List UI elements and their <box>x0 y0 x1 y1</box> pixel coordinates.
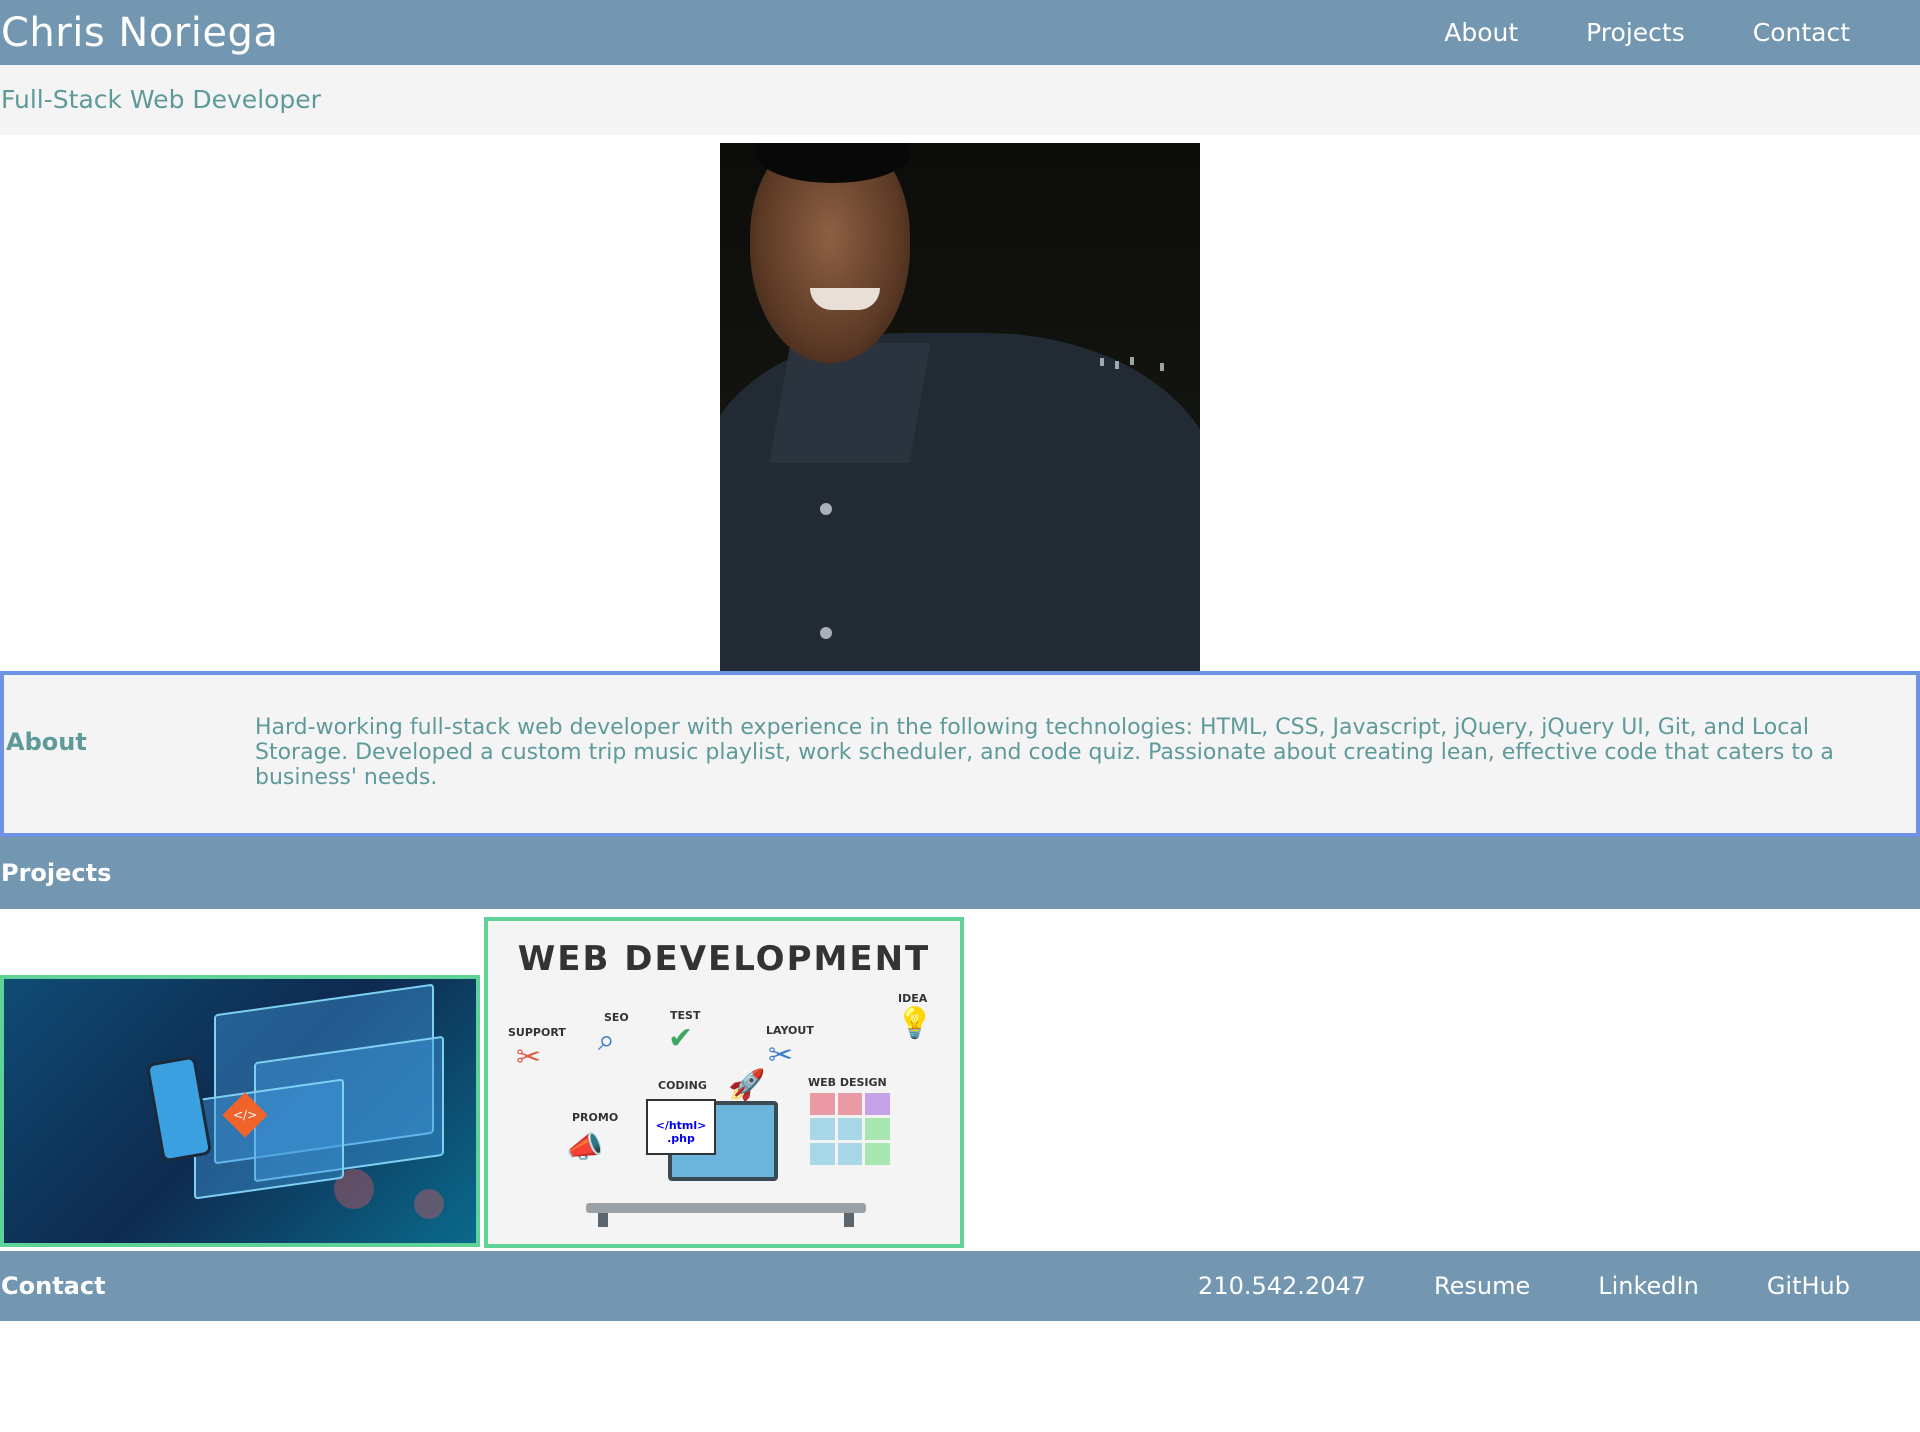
laptop-screen-graphic <box>194 1078 344 1200</box>
promo-label: PROMO <box>572 1111 619 1124</box>
resume-link[interactable]: Resume <box>1434 1251 1530 1321</box>
phone-graphic <box>145 1055 213 1163</box>
project-card-web-development[interactable]: WEB DEVELOPMENT SUPPORT SEO TEST LAYOUT … <box>484 917 964 1248</box>
profile-photo <box>720 143 1200 671</box>
web-design-label: WEB DESIGN <box>808 1076 887 1089</box>
subtitle-bar: Full-Stack Web Developer <box>0 65 1920 135</box>
project-card-devices[interactable]: </> <box>0 975 480 1247</box>
photo-background-light <box>1160 363 1164 371</box>
rocket-icon: 🚀 <box>728 1068 766 1103</box>
site-header: Chris Noriega About Projects Contact <box>0 0 1920 65</box>
photo-background-light <box>1130 357 1134 365</box>
photo-collar <box>769 343 931 463</box>
lightbulb-icon: 💡 <box>896 1006 934 1041</box>
desk-leg <box>598 1213 608 1227</box>
layout-label: LAYOUT <box>766 1024 814 1037</box>
projects-heading: Projects <box>1 859 112 887</box>
photo-background-light <box>1115 361 1119 369</box>
desk-graphic <box>586 1203 866 1213</box>
wrench-icon: ✂ <box>516 1040 542 1075</box>
photo-shirt-button <box>820 627 832 639</box>
contact-bar: Contact 210.542.2047 Resume LinkedIn Git… <box>0 1251 1920 1321</box>
nav-link-contact[interactable]: Contact <box>1753 0 1850 65</box>
check-icon: ✔ <box>668 1021 694 1056</box>
web-development-title: WEB DEVELOPMENT <box>517 939 931 979</box>
idea-label: IDEA <box>898 992 928 1005</box>
contact-links: 210.542.2047 Resume LinkedIn GitHub <box>1130 1251 1850 1321</box>
site-title: Chris Noriega <box>1 10 279 56</box>
phone-number: 210.542.2047 <box>1198 1272 1366 1300</box>
scissors-icon: ✂ <box>768 1038 794 1073</box>
nav-link-projects[interactable]: Projects <box>1586 0 1685 65</box>
nav-link-about[interactable]: About <box>1444 0 1518 65</box>
photo-background-light <box>1100 358 1104 366</box>
photo-shirt-button <box>820 503 832 515</box>
about-text: Hard-working full-stack web developer wi… <box>255 715 1834 790</box>
magnifier-icon: ⌕ <box>598 1023 615 1058</box>
bokeh-light <box>414 1189 444 1219</box>
photo-smile <box>810 288 880 310</box>
coding-label: CODING <box>658 1079 707 1092</box>
megaphone-icon: 📣 <box>566 1130 604 1165</box>
linkedin-link[interactable]: LinkedIn <box>1598 1251 1699 1321</box>
job-title: Full-Stack Web Developer <box>1 85 321 114</box>
about-section: About Hard-working full-stack web develo… <box>0 671 1920 837</box>
main-nav: About Projects Contact <box>1376 0 1850 65</box>
about-heading: About <box>6 728 87 756</box>
support-label: SUPPORT <box>508 1026 566 1039</box>
web-design-grid <box>810 1093 890 1165</box>
contact-heading: Contact <box>1 1272 106 1300</box>
desk-leg <box>844 1213 854 1227</box>
github-link[interactable]: GitHub <box>1767 1251 1850 1321</box>
projects-header-bar: Projects <box>0 837 1920 909</box>
code-window: </html> .php <box>646 1099 716 1155</box>
